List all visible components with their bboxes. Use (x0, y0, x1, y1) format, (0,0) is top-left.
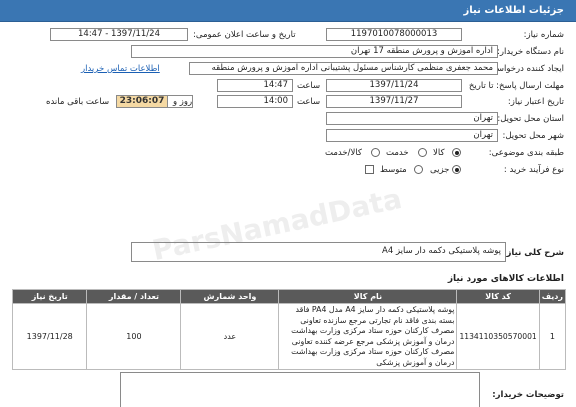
process-minor-label: جزیی (430, 165, 450, 175)
city-label: شهر محل تحویل: (502, 131, 564, 141)
cell-code: 1134110350570001 (456, 303, 540, 370)
validity-days-label: روز و (173, 97, 193, 107)
buyer-notes-label: توضیحات خریدار: (492, 390, 564, 400)
general-desc-label: شرح کلی نیاز: (503, 248, 564, 258)
reply-deadline-time: 14:47 (217, 79, 293, 92)
category-goods-service-label: کالا/خدمت (325, 148, 362, 158)
process-medium-label: متوسط (380, 165, 407, 175)
need-number-label: شماره نیاز: (523, 30, 564, 40)
process-medium-radio[interactable] (414, 165, 423, 174)
cell-row: 1 (538, 303, 567, 370)
col-date: تاریخ نیاز (11, 289, 88, 304)
category-service-label: خدمت (386, 148, 409, 158)
category-service-radio[interactable] (418, 148, 427, 157)
cell-date: 1397/11/28 (11, 303, 88, 370)
reply-deadline-label: مهلت ارسال پاسخ: تا تاریخ (468, 81, 564, 91)
requester-field: محمد جعفری منظمی کارشناس مسئول پشتیبانی … (189, 62, 498, 75)
buyer-org-field: اداره آموزش و پرورش منطقه 17 تهران (131, 45, 498, 58)
process-extra-checkbox[interactable] (365, 165, 374, 174)
cell-name: پوشه پلاستیکی دکمه دار سایز A4 مدل PA4 ف… (278, 303, 458, 370)
cell-qty: 100 (86, 303, 182, 370)
cell-unit: عدد (180, 303, 280, 370)
announce-datetime-field: 1397/11/24 - 14:47 (50, 28, 188, 41)
goods-section-title: اطلاعات کالاهای مورد نیاز (447, 274, 564, 284)
buyer-org-label: نام دستگاه خریدار: (497, 47, 564, 57)
announce-datetime-label: تاریخ و ساعت اعلان عمومی: (193, 30, 296, 40)
city-field: تهران (326, 129, 498, 142)
col-name: نام کالا (278, 289, 458, 304)
reply-deadline-time-label: ساعت (297, 81, 321, 91)
process-type-label: نوع فرآیند خرید : (503, 165, 564, 175)
col-unit: واحد شمارش (180, 289, 280, 304)
validity-label: تاریخ اعتبار نیاز: (507, 97, 564, 107)
remaining-time: 23:06:07 (116, 95, 168, 108)
table-row: 1 1134110350570001 پوشه پلاستیکی دکمه دا… (11, 303, 567, 370)
province-label: استان محل تحویل: (497, 114, 564, 124)
page-title: جزئیات اطلاعات نیاز (463, 5, 564, 16)
remaining-time-label: ساعت باقی مانده (46, 97, 110, 107)
goods-table-header: ردیف کد کالا نام کالا واحد شمارش تعداد /… (11, 289, 567, 304)
goods-table: ردیف کد کالا نام کالا واحد شمارش تعداد /… (11, 289, 567, 370)
page-header: جزئیات اطلاعات نیاز (0, 0, 576, 22)
category-goods-label: کالا (433, 148, 445, 158)
col-code: کد کالا (456, 289, 540, 304)
category-label: طبقه بندی موضوعی: (488, 148, 564, 158)
category-goods-radio[interactable] (452, 148, 461, 157)
process-minor-radio[interactable] (452, 165, 461, 174)
buyer-contact-link[interactable]: اطلاعات تماس خریدار (81, 64, 160, 74)
buyer-notes-field (120, 372, 480, 407)
validity-date: 1397/11/27 (326, 95, 462, 108)
reply-deadline-date: 1397/11/24 (326, 79, 462, 92)
validity-time-label: ساعت (297, 97, 321, 107)
general-desc-field: پوشه پلاستیکی دکمه دار سایز A4 (131, 242, 506, 262)
col-row: ردیف (538, 289, 567, 304)
need-number-field: 1197010078000013 (326, 28, 462, 41)
category-goods-service-radio[interactable] (371, 148, 380, 157)
validity-time: 14:00 (217, 95, 293, 108)
col-qty: تعداد / مقدار (86, 289, 182, 304)
province-field: تهران (326, 112, 498, 125)
